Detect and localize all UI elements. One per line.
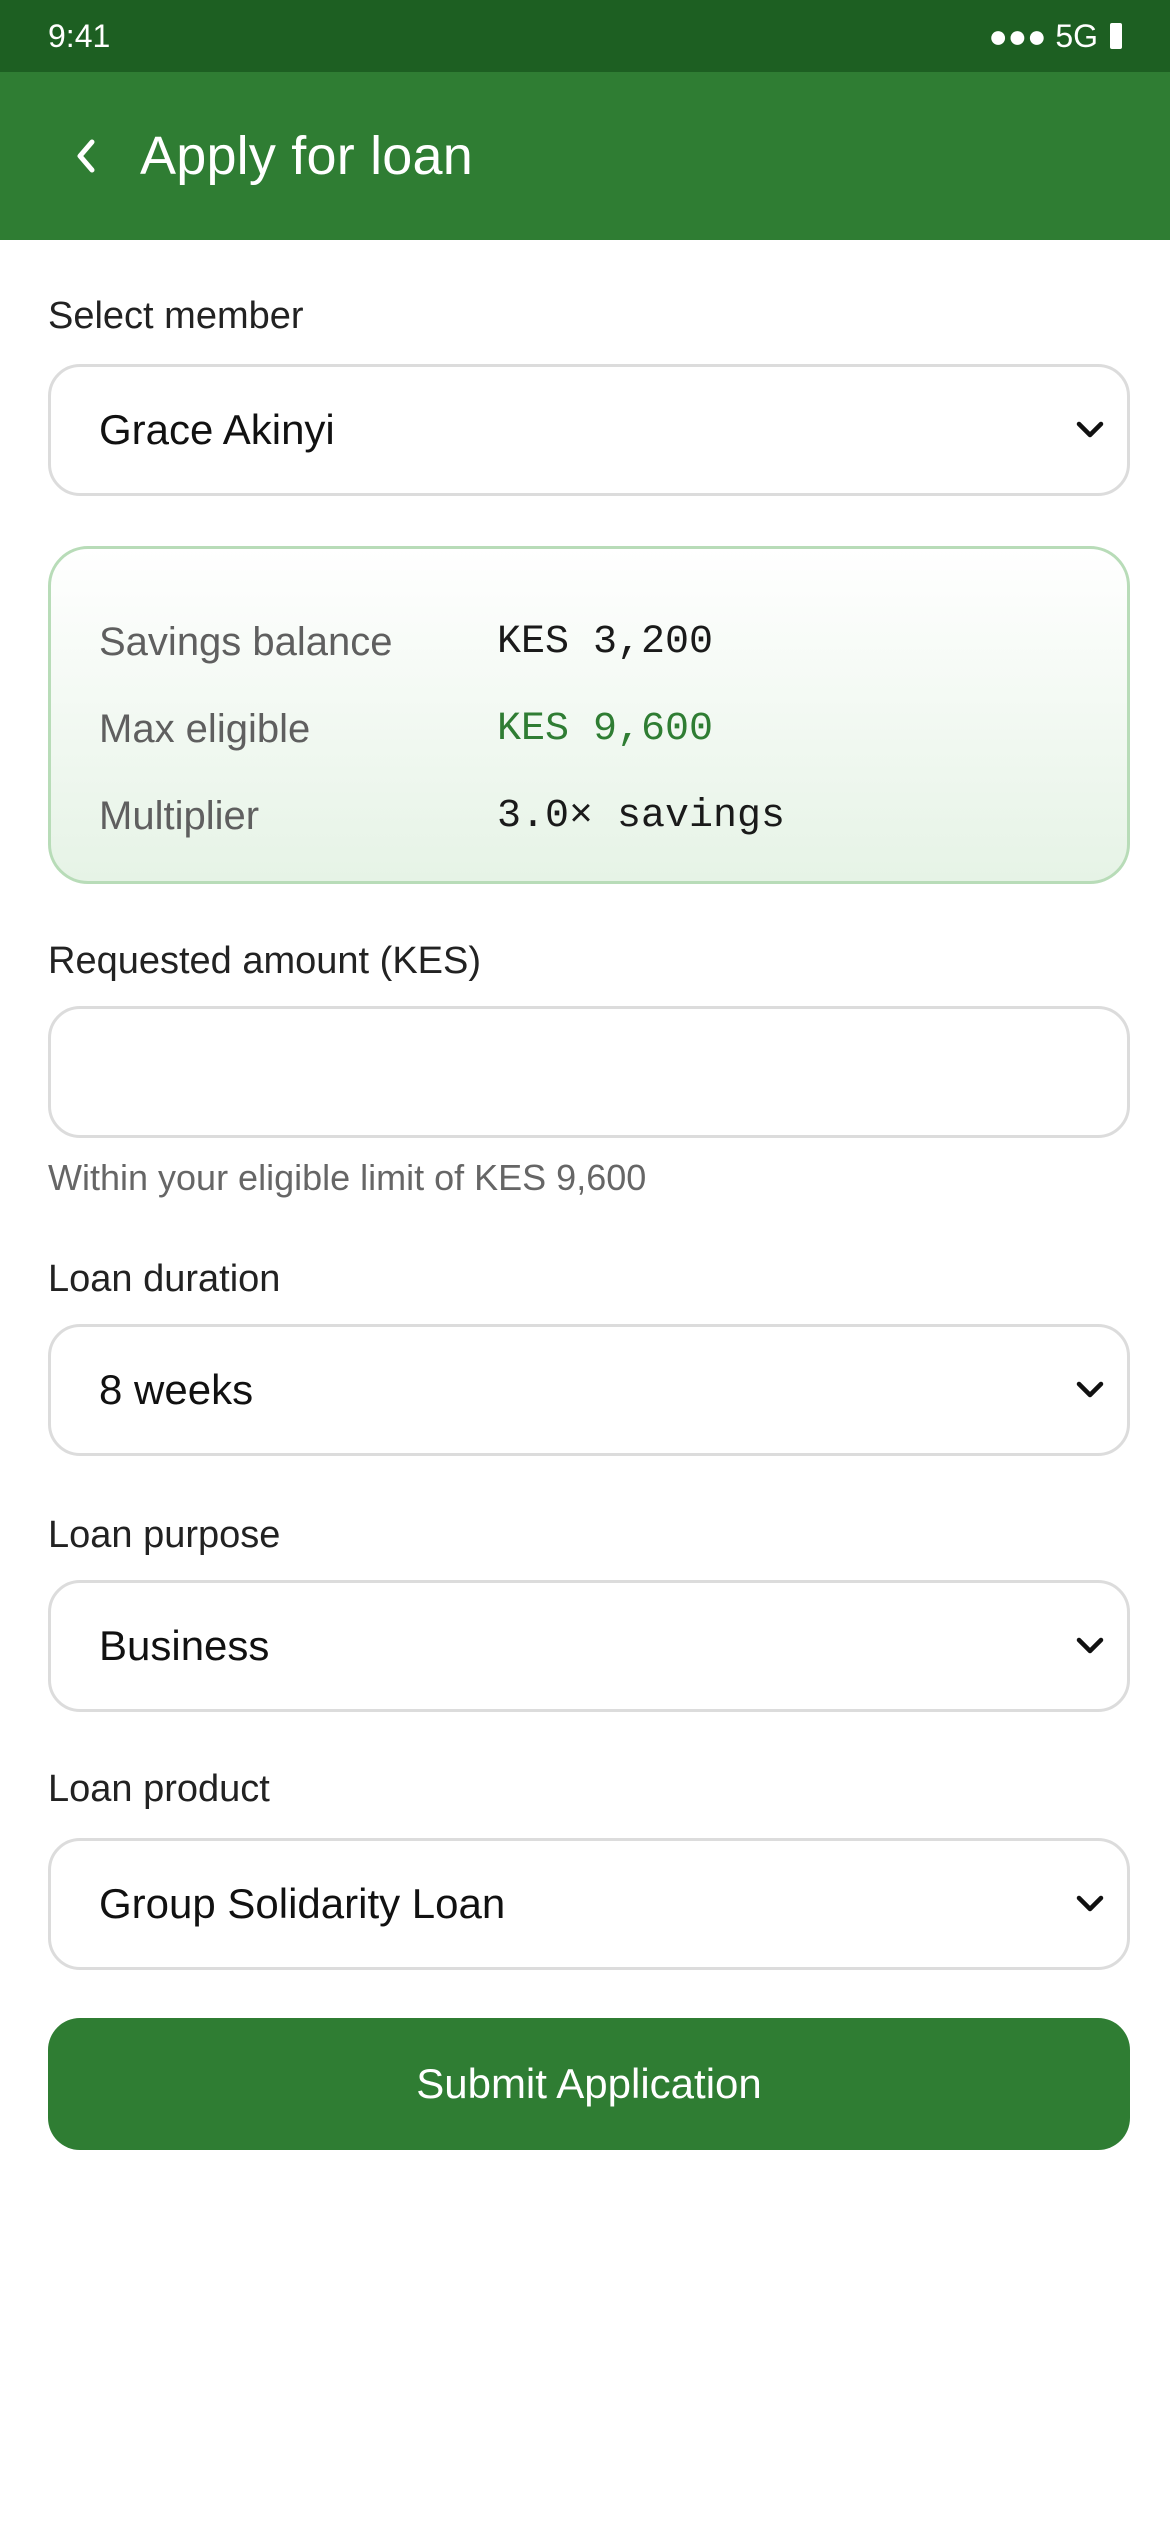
chevron-down-icon <box>1073 1373 1107 1407</box>
max-eligible-row: Max eligible KES 9,600 <box>99 686 1079 773</box>
product-select[interactable]: Group Solidarity Loan <box>48 1838 1130 1970</box>
amount-input[interactable] <box>48 1006 1130 1138</box>
page-title: Apply for loan <box>140 126 473 186</box>
amount-helper-text: Within your eligible limit of KES 9,600 <box>48 1157 647 1198</box>
product-select-value: Group Solidarity Loan <box>99 1880 506 1927</box>
purpose-select[interactable]: Business <box>48 1580 1130 1712</box>
chevron-down-icon <box>1073 1629 1107 1663</box>
max-eligible-value: KES 9,600 <box>497 707 714 752</box>
chevron-down-icon <box>1073 413 1107 447</box>
chevron-down-icon <box>1073 1887 1107 1921</box>
status-time: 9:41 <box>48 17 111 54</box>
multiplier-value: 3.0× savings <box>497 794 786 839</box>
duration-select-value: 8 weeks <box>99 1366 254 1413</box>
multiplier-row: Multiplier 3.0× savings <box>99 773 1079 860</box>
member-label: Select member <box>48 295 304 337</box>
submit-application-button[interactable]: Submit Application <box>48 2018 1130 2150</box>
signal-indicator: ●●● 5G <box>988 17 1098 54</box>
app-bar: Apply for loan <box>0 72 1170 240</box>
duration-label: Loan duration <box>48 1258 281 1300</box>
member-select-value: Grace Akinyi <box>99 406 335 453</box>
multiplier-label: Multiplier <box>99 794 260 838</box>
status-indicators: ●●● 5G <box>988 18 1122 55</box>
savings-balance-row: Savings balance KES 3,200 <box>99 599 1079 686</box>
eligibility-card: Savings balance KES 3,200 Max eligible K… <box>48 546 1130 884</box>
purpose-label: Loan purpose <box>48 1514 281 1556</box>
member-select[interactable]: Grace Akinyi <box>48 364 1130 496</box>
duration-select[interactable]: 8 weeks <box>48 1324 1130 1456</box>
max-eligible-label: Max eligible <box>99 707 311 751</box>
chevron-left-icon <box>77 139 95 173</box>
amount-label: Requested amount (KES) <box>48 940 482 982</box>
product-label: Loan product <box>48 1768 270 1810</box>
savings-balance-label: Savings balance <box>99 620 393 664</box>
battery-icon <box>1110 23 1122 49</box>
back-button[interactable] <box>66 126 106 186</box>
savings-balance-value: KES 3,200 <box>497 620 714 665</box>
loan-form: Select member Grace Akinyi Savings balan… <box>48 240 1130 2150</box>
status-bar: 9:41 ●●● 5G <box>0 0 1170 72</box>
purpose-select-value: Business <box>99 1622 270 1669</box>
